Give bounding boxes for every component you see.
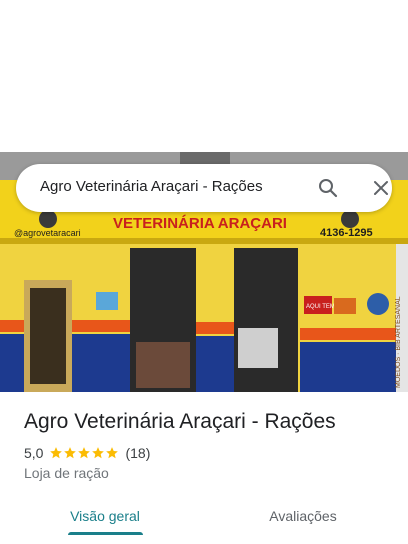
star-icon [106,447,119,459]
search-icon[interactable] [316,176,340,200]
star-icon [50,447,63,459]
tab-overview[interactable]: Visão geral [44,496,166,536]
side-text: MOEDOS · BIB ARTESANAL [395,296,402,388]
place-category: Loja de ração [24,465,109,481]
search-query[interactable]: Agro Veterinária Araçari - Rações [40,178,263,195]
rating-row[interactable]: 5,0 (18) [24,444,150,462]
search-bar[interactable]: Agro Veterinária Araçari - Rações [16,164,392,212]
star-icon [92,447,105,459]
tab-reviews[interactable]: Avaliações [242,496,364,536]
rating-value: 5,0 [24,445,44,461]
sign-phone: 4136-1295 [320,227,373,239]
review-count[interactable]: (18) [125,445,150,461]
sign-title: VETERINÁRIA ARAÇARI [113,215,287,232]
star-icon [64,447,77,459]
star-icon [78,447,91,459]
place-title: Agro Veterinária Araçari - Rações [24,410,336,433]
poster-text: AQUI TEM [306,304,335,310]
tab-bar: Visão geral Avaliações [0,496,408,544]
active-tab-indicator [68,532,143,535]
close-icon[interactable] [369,176,393,200]
rating-stars [49,446,119,460]
sign-handle: @agrovetaracari [14,228,81,238]
